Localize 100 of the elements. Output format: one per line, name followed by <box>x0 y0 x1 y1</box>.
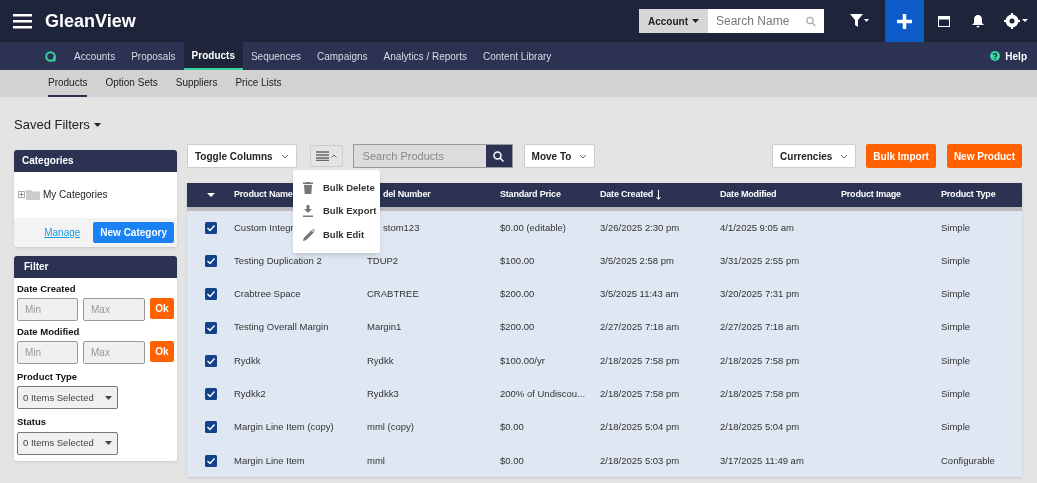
subnav-tab[interactable]: Products <box>48 70 88 97</box>
field-label: Date Modified <box>16 324 81 339</box>
chevron-icon <box>330 154 337 158</box>
table-cell: Testing Duplication 2 <box>234 254 322 266</box>
nav-tab[interactable]: Products <box>183 42 243 70</box>
multi-select[interactable]: 0 Items Selected <box>17 431 118 455</box>
search-products-box[interactable]: Search Products <box>352 144 513 168</box>
table-cell: 2/18/2025 7:58 pm <box>720 388 800 399</box>
column-header[interactable]: Product Image <box>841 188 901 202</box>
table-cell: 4/1/2025 9:05 am <box>720 221 794 233</box>
multi-select[interactable]: 0 Items Selected <box>17 386 118 410</box>
checkbox[interactable] <box>204 221 217 234</box>
field-label: Status <box>16 415 48 430</box>
table-cell: $200.00 <box>500 288 535 300</box>
min-field[interactable]: Min <box>17 341 78 364</box>
column-header[interactable]: Date Created <box>600 188 654 202</box>
scope-dropdown[interactable]: Account <box>639 9 708 33</box>
subnav-tab[interactable]: Option Sets <box>105 70 158 97</box>
table-cell: 2/18/2025 7:58 pm <box>600 354 680 366</box>
column-header[interactable]: del Number <box>383 188 431 202</box>
app-title: GleanView <box>45 9 136 33</box>
search-icon <box>493 150 505 162</box>
expand-icon[interactable] <box>18 191 25 198</box>
caret-icon[interactable] <box>206 193 215 197</box>
subnav-tab[interactable]: Price Lists <box>235 70 282 97</box>
add-button[interactable] <box>885 0 924 42</box>
bell-icon[interactable] <box>972 14 984 28</box>
subnav-tab[interactable]: Suppliers <box>175 70 218 97</box>
table-cell: 2/18/2025 5:03 pm <box>600 454 680 466</box>
chevron-icon <box>840 153 849 159</box>
table-cell: 3/31/2025 2:55 pm <box>720 254 800 266</box>
column-header[interactable]: Product Name <box>234 188 293 202</box>
settings-icon[interactable] <box>1004 13 1028 29</box>
search-products-field[interactable]: Search Products <box>353 145 486 167</box>
table-cell: 2/18/2025 5:04 pm <box>600 421 680 433</box>
new-category-button[interactable]: New Category <box>93 221 174 243</box>
card-title: Categories <box>22 154 74 168</box>
checkbox[interactable] <box>204 421 217 434</box>
table-cell: 200% of Undiscou... <box>500 388 586 399</box>
nav-tab[interactable]: Content Library <box>474 42 560 70</box>
table-cell: 2/18/2025 7:58 pm <box>600 388 680 399</box>
card-title: Filter <box>24 260 49 274</box>
table-cell: Margin1 <box>367 321 402 333</box>
column-header[interactable]: Date Modified <box>720 188 777 202</box>
tree-item[interactable]: My Categories <box>43 187 108 202</box>
column-header[interactable]: Standard Price <box>500 188 561 202</box>
table-cell: 3/5/2025 2:58 pm <box>600 254 674 266</box>
download-icon <box>303 205 313 218</box>
nav-tab[interactable]: Sequences <box>242 42 309 70</box>
min-field[interactable]: Min <box>17 297 78 321</box>
table-cell: Margin Line Item (copy) <box>234 421 334 433</box>
menu-item[interactable]: Bulk Export <box>323 204 377 219</box>
filter-icon[interactable] <box>850 14 869 28</box>
plus-icon <box>897 13 912 29</box>
list-icon <box>315 151 329 161</box>
logo-icon <box>45 50 56 62</box>
menu-item[interactable]: Bulk Delete <box>323 180 375 195</box>
table-cell: CRABTREE <box>367 288 419 300</box>
column-header[interactable]: Product Type <box>941 188 996 202</box>
saved-filters-dropdown[interactable]: Saved Filters <box>14 115 101 135</box>
checkbox[interactable] <box>204 321 217 334</box>
checkbox[interactable] <box>204 354 217 367</box>
calendar-icon[interactable] <box>938 15 950 27</box>
max-field[interactable]: Max <box>83 341 145 364</box>
caret-icon <box>93 122 101 127</box>
currencies-dropdown[interactable]: Currencies <box>772 144 857 168</box>
caret-icon <box>105 441 112 445</box>
table-cell: Simple <box>941 288 971 300</box>
checkbox[interactable] <box>204 288 217 301</box>
table-cell: 3/17/2025 11:49 am <box>720 454 804 466</box>
help-link[interactable]: Help <box>1005 48 1027 64</box>
table-cell: mml <box>367 454 385 466</box>
table-cell: Custom Integr <box>234 221 294 233</box>
list-menu-button[interactable] <box>309 145 343 167</box>
field-label: Date Created <box>16 281 77 296</box>
table-cell: Simple <box>941 254 971 266</box>
checkbox[interactable] <box>204 388 217 401</box>
move-to-dropdown[interactable]: Move To <box>523 144 596 168</box>
chevron-icon <box>579 153 588 159</box>
checkbox[interactable] <box>204 454 217 467</box>
table-cell: Simple <box>941 321 971 333</box>
nav-tab[interactable]: Proposals <box>123 42 184 70</box>
table-cell: mml (copy) <box>367 421 414 433</box>
nav-tab[interactable]: Accounts <box>66 42 124 70</box>
table-cell: Rydkk3 <box>367 388 399 399</box>
table-cell: 2/18/2025 5:04 pm <box>720 421 800 433</box>
max-field[interactable]: Max <box>83 297 145 321</box>
table-cell: 3/20/2025 7:31 pm <box>720 288 800 300</box>
table-cell: Rydkk2 <box>234 388 266 399</box>
pencil-icon <box>303 228 315 241</box>
nav-tab[interactable]: Campaigns <box>309 42 376 70</box>
checkbox[interactable] <box>204 254 217 267</box>
menu-icon[interactable] <box>13 13 32 29</box>
table-cell: Simple <box>941 388 971 399</box>
nav-tab[interactable]: Analytics / Reports <box>375 42 475 70</box>
table-cell: 2/27/2025 7:18 am <box>720 321 800 333</box>
toggle-columns-dropdown[interactable]: Toggle Columns <box>187 144 297 168</box>
table-cell: 3/26/2025 2:30 pm <box>600 221 680 233</box>
caret-icon <box>692 19 699 23</box>
menu-item[interactable]: Bulk Edit <box>323 227 365 242</box>
